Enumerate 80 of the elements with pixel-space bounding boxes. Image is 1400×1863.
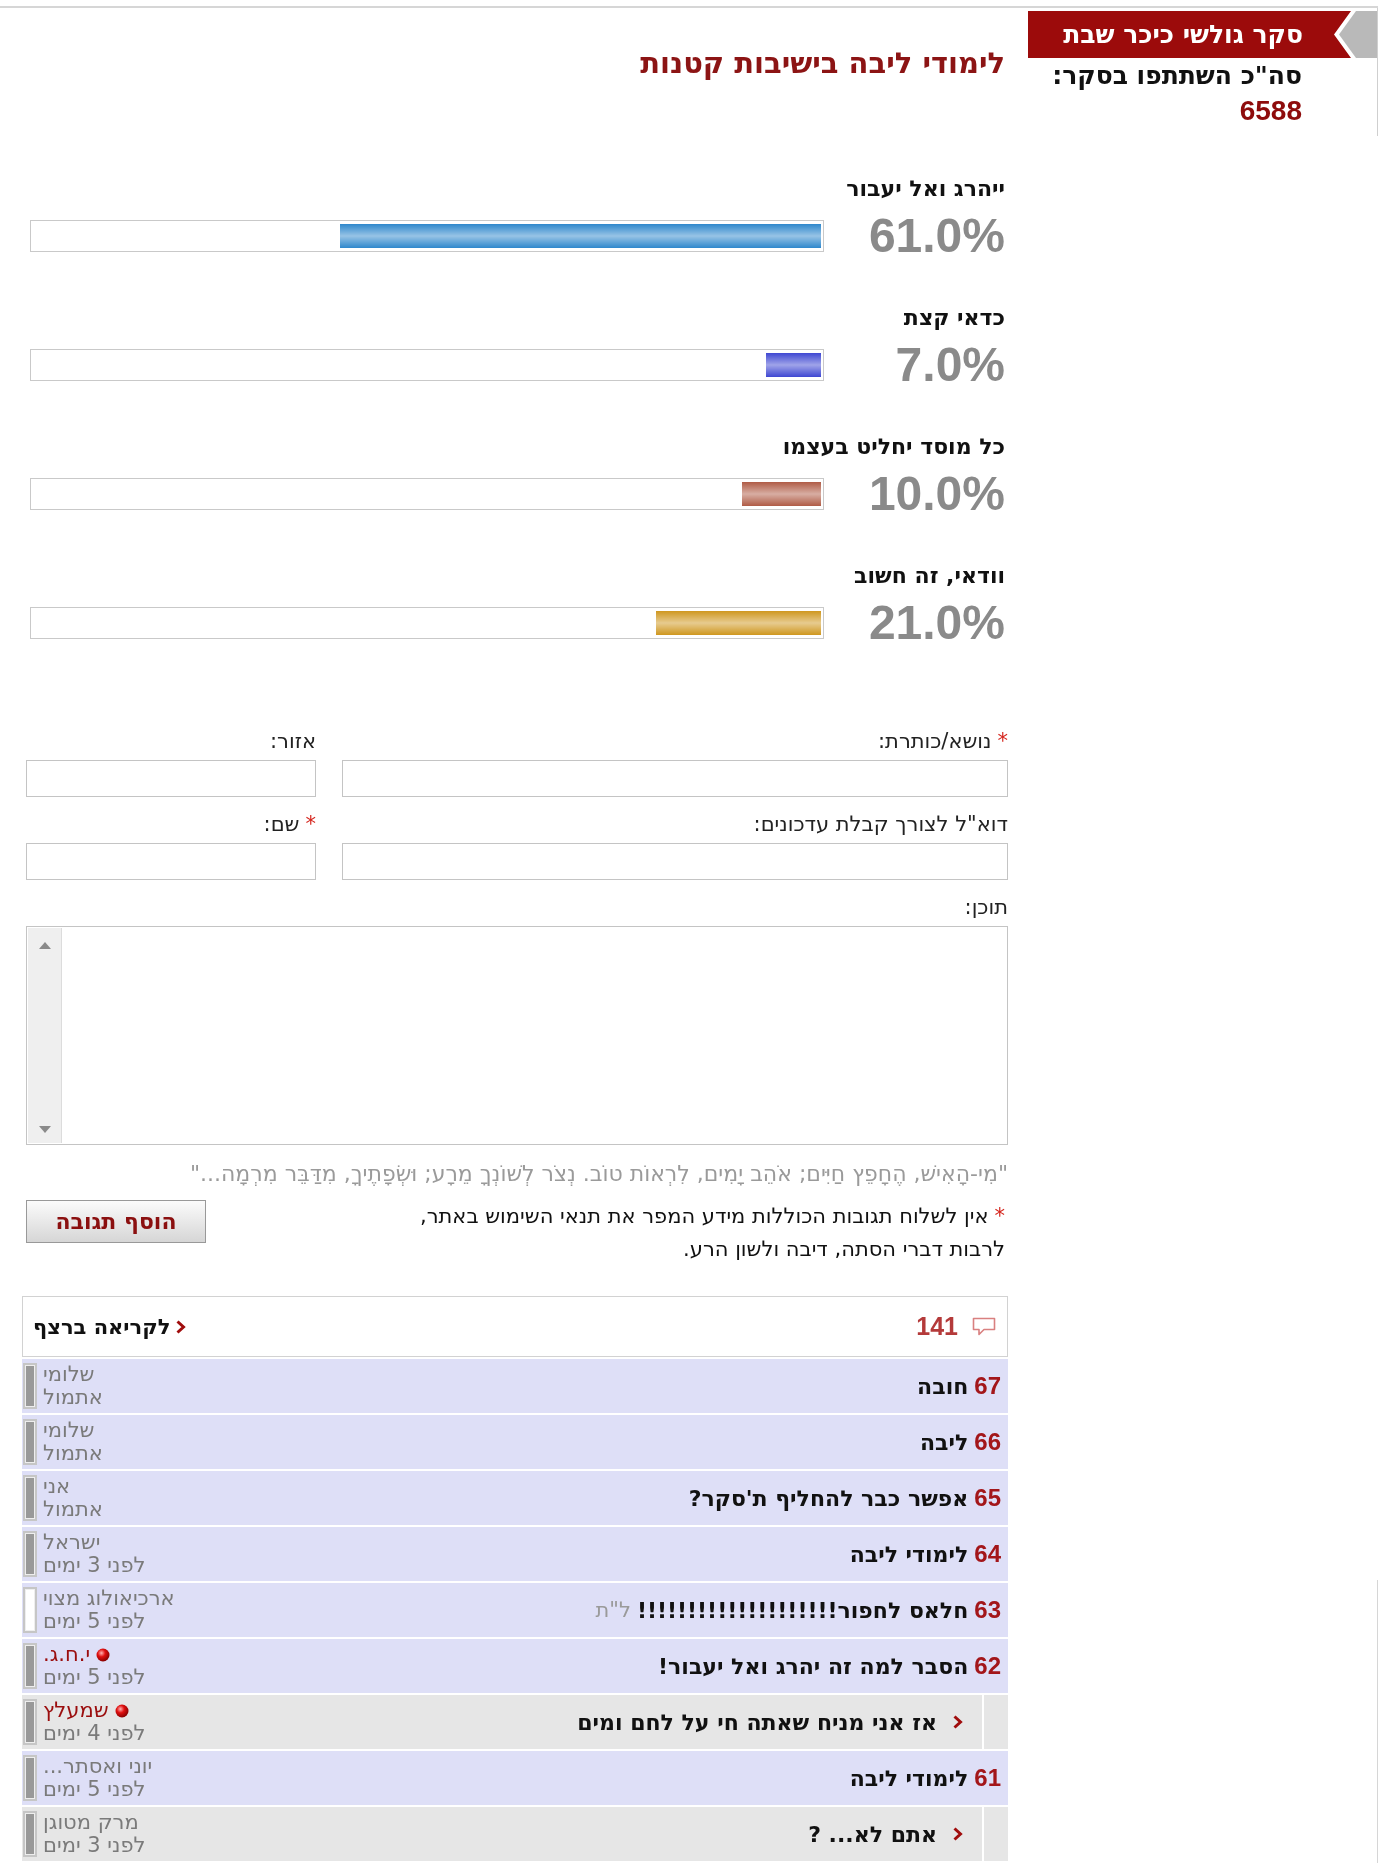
comment-time: אתמול [43, 1386, 103, 1409]
option-percent: 7.0% [895, 340, 1006, 390]
scrollbar[interactable] [28, 928, 62, 1143]
comment-number: 62 [974, 1652, 1001, 1680]
expand-handle[interactable] [23, 1643, 37, 1689]
quote-text: "מִי-הָאִישׁ, הֶחָפֵץ חַיִּים; אֹהֵב יָמִים, לִרְאוֹת טוֹב. נְצֹר לְשׁוֹנְךָ מֵרָע; וּשְׂפָתֶיךָ, מִדַּבֵּר מִרְמָה..." [188, 1162, 1008, 1186]
input-field[interactable] [26, 760, 316, 797]
field-label: דוא"ל לצורך קבלת עדכונים: [752, 812, 1008, 836]
comment-time: לפני 5 ימים [43, 1610, 146, 1633]
comment-author: ארכיאולוג מצוי [43, 1587, 175, 1610]
chevron-icon [176, 1319, 187, 1334]
comment-number: 64 [974, 1540, 1001, 1568]
option-label: כל מוסד יחליט בעצמו [781, 433, 1006, 461]
field-label: * נושא/כותרת: [877, 729, 1008, 753]
poll-banner-title: סקר גולשי כיכר שבת [1028, 11, 1351, 58]
chevron-icon [953, 1827, 963, 1841]
comment-time: אתמול [43, 1442, 103, 1465]
expand-handle[interactable] [23, 1699, 37, 1745]
comment-number: 66 [974, 1428, 1001, 1456]
read-all-link[interactable]: לקריאה ברצף [33, 1314, 187, 1339]
comment-number: 65 [974, 1484, 1001, 1512]
comment-author: יוני ואסתר... [43, 1755, 153, 1778]
field-label: אזור: [269, 729, 316, 753]
add-comment-button[interactable]: הוסף תגובה [26, 1200, 206, 1243]
poll-question: לימודי ליבה בישיבות קטנות [639, 45, 1005, 81]
comment-time: לפני 5 ימים [43, 1666, 146, 1689]
chevron-icon [953, 1715, 963, 1729]
comment-author: אני [43, 1475, 71, 1498]
option-percent: 61.0% [868, 211, 1006, 261]
expand-handle[interactable] [23, 1363, 37, 1409]
chevron-tab-icon [1339, 11, 1377, 58]
comment-number: 67 [974, 1372, 1001, 1400]
comment-author: שלומי [43, 1419, 95, 1442]
option-percent: 10.0% [868, 469, 1006, 519]
field-label: תוכן: [963, 895, 1008, 919]
comment-time: לפני 3 ימים [43, 1834, 146, 1857]
comment-author: י.ח.ג. [43, 1643, 91, 1666]
comment-time: אתמול [43, 1498, 103, 1521]
participants-label: סה"כ השתתפו בסקר: [1051, 60, 1302, 92]
participants-count: 6588 [1238, 95, 1302, 127]
comment-title[interactable]: ליבה [919, 1429, 969, 1455]
expand-handle[interactable] [23, 1531, 37, 1577]
comment-title[interactable]: חלאס לחפור!!!!!!!!!!!!!!!!!!!! [636, 1597, 969, 1623]
expand-handle[interactable] [23, 1587, 37, 1633]
comment-row[interactable]: אז אני מניח שאתה חי על לחם ומים שמעלץ לפני 4 ימים [22, 1695, 1008, 1749]
input-field[interactable] [342, 760, 1008, 797]
comment-title[interactable]: אפשר כבר להחליף ת'סקר? [688, 1485, 969, 1511]
comment-author: שלומי [43, 1363, 95, 1386]
comment-time: לפני 3 ימים [43, 1554, 146, 1577]
input-field[interactable] [26, 843, 316, 880]
scroll-down-icon[interactable] [38, 1126, 51, 1133]
comment-title[interactable]: חובה [917, 1373, 969, 1399]
comment-number: 63 [974, 1596, 1001, 1624]
comment-count: 141 [916, 1312, 958, 1341]
scroll-up-icon[interactable] [38, 942, 51, 949]
comment-row[interactable]: אתם לא... ? מרק מטוגן לפני 3 ימים [22, 1807, 1008, 1861]
no-text-mark: ל"ת [595, 1598, 631, 1622]
option-percent: 21.0% [868, 598, 1006, 648]
input-field[interactable] [342, 843, 1008, 880]
comment-author: ישראל [43, 1531, 101, 1554]
option-label: כדאי קצת [902, 304, 1006, 332]
comment-time: לפני 5 ימים [43, 1778, 146, 1801]
comment-title[interactable]: הסבר למה זה יהרג ואל יעבור! [658, 1653, 969, 1679]
comment-title[interactable]: לימודי ליבה [849, 1765, 969, 1791]
comment-author: מרק מטוגן [43, 1811, 139, 1834]
comment-title[interactable]: לימודי ליבה [849, 1541, 969, 1567]
expand-handle[interactable] [23, 1755, 37, 1801]
field-label: * שם: [262, 812, 316, 836]
option-label: וודאי, זה חשוב [853, 562, 1006, 590]
comment-author: שמעלץ [43, 1699, 109, 1722]
comment-title[interactable]: אתם לא... ? [808, 1821, 937, 1847]
option-label: ייהרג ואל יעבור [845, 175, 1006, 203]
notice-text: * אין לשלוח תגובות הכוללות מידע המפר את תנאי השימוש באתר, לרבות דברי הסתה, דיבה ולשון הרע. [419, 1203, 1005, 1263]
comment-icon [972, 1316, 996, 1337]
comment-number: 61 [974, 1764, 1001, 1792]
comment-title[interactable]: אז אני מניח שאתה חי על לחם ומים [577, 1709, 937, 1735]
expand-handle[interactable] [23, 1419, 37, 1465]
expand-handle[interactable] [23, 1475, 37, 1521]
comment-time: לפני 4 ימים [43, 1722, 146, 1745]
expand-handle[interactable] [23, 1811, 37, 1857]
